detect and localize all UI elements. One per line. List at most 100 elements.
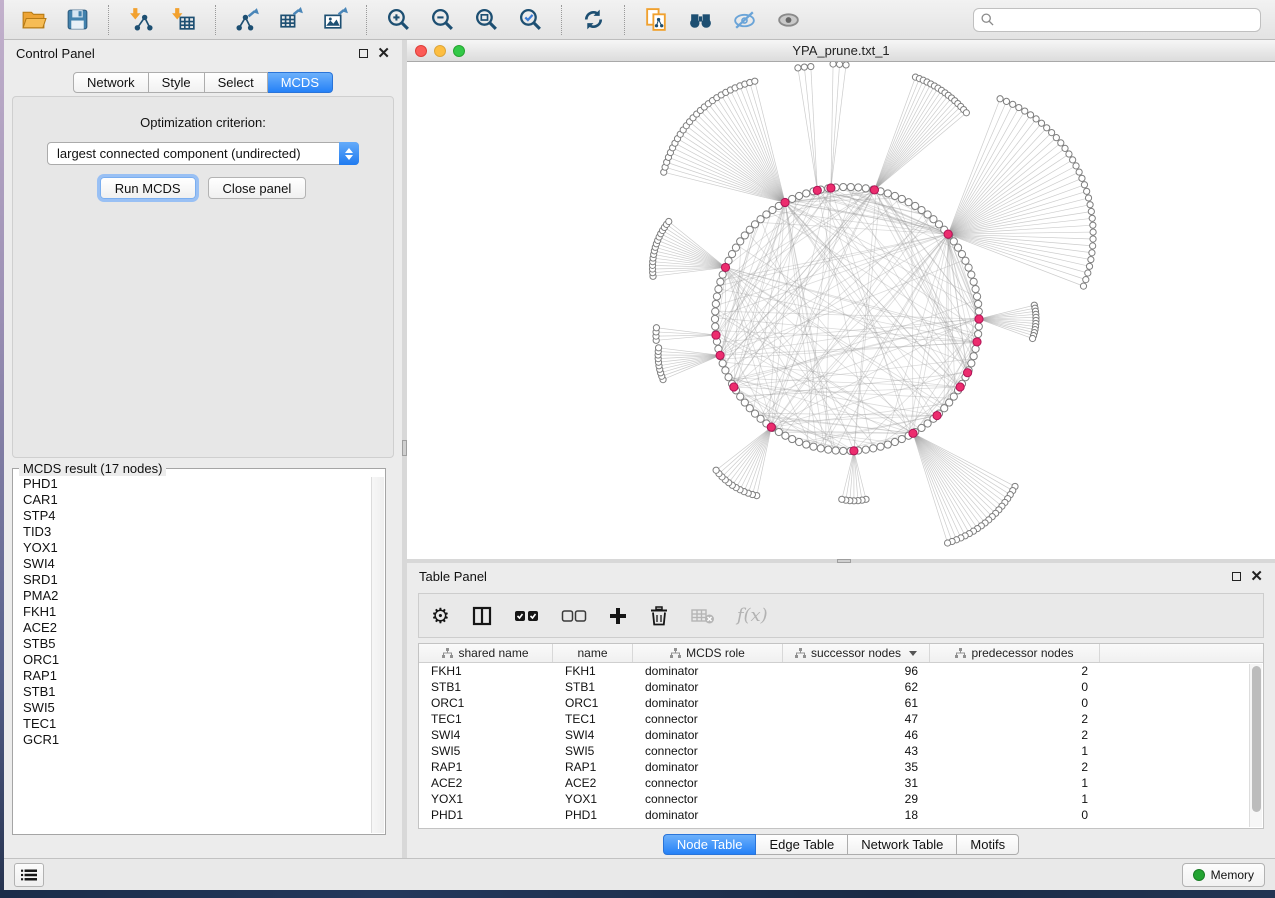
- show-all-button[interactable]: [769, 4, 807, 36]
- table-panel: Table Panel ✕ ⚙: [407, 563, 1275, 858]
- export-network-button[interactable]: [228, 4, 266, 36]
- column-header-name[interactable]: name: [553, 644, 633, 662]
- search-network-button[interactable]: [681, 4, 719, 36]
- network-title: YPA_prune.txt_1: [407, 43, 1275, 58]
- copy-style-button[interactable]: [637, 4, 675, 36]
- hide-selected-button[interactable]: [725, 4, 763, 36]
- network-graph[interactable]: [407, 62, 1275, 559]
- attribute-icon: [795, 648, 806, 659]
- table-panel-titlebar: Table Panel ✕: [407, 563, 1275, 589]
- float-panel-icon[interactable]: [1232, 572, 1241, 581]
- eye-slash-icon: [731, 6, 758, 33]
- table-row[interactable]: SWI4SWI4dominator462: [419, 727, 1263, 743]
- import-network-icon: [127, 6, 154, 33]
- mcds-tab-content: Optimization criterion: largest connecte…: [12, 96, 394, 458]
- scrollbar-thumb[interactable]: [1252, 666, 1261, 812]
- tab-style[interactable]: Style: [149, 72, 205, 93]
- show-panels-button[interactable]: [14, 863, 44, 887]
- table-options-button[interactable]: ⚙: [431, 601, 450, 631]
- list-item[interactable]: PHD1: [13, 476, 385, 492]
- memory-label: Memory: [1211, 868, 1254, 882]
- tab-motifs[interactable]: Motifs: [957, 834, 1019, 855]
- column-header-successor-nodes[interactable]: successor nodes: [783, 644, 930, 662]
- column-header-predecessor-nodes[interactable]: predecessor nodes: [930, 644, 1100, 662]
- table-row[interactable]: STB1STB1dominator620: [419, 679, 1263, 695]
- list-item[interactable]: SRD1: [13, 572, 385, 588]
- table-row[interactable]: SWI5SWI5connector431: [419, 743, 1263, 759]
- table-row[interactable]: TEC1TEC1connector472: [419, 711, 1263, 727]
- list-item[interactable]: ORC1: [13, 652, 385, 668]
- import-table-icon: [171, 6, 198, 33]
- run-mcds-button[interactable]: Run MCDS: [100, 177, 196, 199]
- column-header-mcds-role[interactable]: MCDS role: [633, 644, 783, 662]
- list-item[interactable]: CAR1: [13, 492, 385, 508]
- tab-select[interactable]: Select: [205, 72, 268, 93]
- select-all-columns-button[interactable]: [514, 601, 540, 631]
- tab-mcds[interactable]: MCDS: [268, 72, 333, 93]
- memory-status-icon: [1193, 869, 1205, 881]
- tab-node-table[interactable]: Node Table: [663, 834, 757, 855]
- table-row[interactable]: YOX1YOX1connector291: [419, 791, 1263, 807]
- unselect-all-columns-button[interactable]: [561, 601, 587, 631]
- refresh-button[interactable]: [574, 4, 612, 36]
- tab-network-table[interactable]: Network Table: [848, 834, 957, 855]
- zoom-in-button[interactable]: [379, 4, 417, 36]
- plus-icon: [608, 606, 628, 626]
- list-item[interactable]: PMA2: [13, 588, 385, 604]
- columns-icon: [471, 605, 493, 627]
- table-row[interactable]: ORC1ORC1dominator610: [419, 695, 1263, 711]
- delete-column-button[interactable]: [649, 601, 669, 631]
- list-item[interactable]: STB5: [13, 636, 385, 652]
- import-network-button[interactable]: [121, 4, 159, 36]
- main-toolbar: [4, 0, 1275, 40]
- scrollbar[interactable]: [1249, 664, 1262, 827]
- save-session-button[interactable]: [58, 4, 96, 36]
- search-input[interactable]: [999, 10, 1253, 30]
- close-panel-button[interactable]: Close panel: [208, 177, 307, 199]
- optimization-criterion-select[interactable]: largest connected component (undirected): [47, 142, 359, 165]
- function-builder-button[interactable]: f(x): [737, 601, 768, 631]
- zoom-selected-button[interactable]: [511, 4, 549, 36]
- toolbar-separator: [561, 5, 562, 35]
- list-item[interactable]: TID3: [13, 524, 385, 540]
- list-item[interactable]: SWI4: [13, 556, 385, 572]
- delete-table-button[interactable]: [690, 601, 716, 631]
- list-item[interactable]: STP4: [13, 508, 385, 524]
- close-panel-icon[interactable]: ✕: [1250, 572, 1263, 581]
- float-panel-icon[interactable]: [359, 49, 368, 58]
- column-header-shared-name[interactable]: shared name: [419, 644, 553, 662]
- list-item[interactable]: TEC1: [13, 716, 385, 732]
- memory-button[interactable]: Memory: [1182, 863, 1265, 887]
- list-item[interactable]: GCR1: [13, 732, 385, 748]
- list-item[interactable]: ACE2: [13, 620, 385, 636]
- eye-icon: [775, 6, 802, 33]
- list-item[interactable]: RAP1: [13, 668, 385, 684]
- list-item[interactable]: YOX1: [13, 540, 385, 556]
- export-image-button[interactable]: [316, 4, 354, 36]
- table-row[interactable]: FKH1FKH1dominator962: [419, 663, 1263, 679]
- control-panel-tabs: Network Style Select MCDS: [4, 72, 402, 93]
- delete-table-icon: [690, 606, 716, 626]
- table-row[interactable]: ACE2ACE2connector311: [419, 775, 1263, 791]
- chevron-up-down-icon: [339, 142, 359, 165]
- tab-network[interactable]: Network: [73, 72, 149, 93]
- sort-descending-icon: [909, 651, 917, 656]
- scrollbar[interactable]: [371, 477, 384, 833]
- open-folder-icon: [20, 6, 47, 33]
- list-item[interactable]: FKH1: [13, 604, 385, 620]
- import-table-button[interactable]: [165, 4, 203, 36]
- close-panel-icon[interactable]: ✕: [377, 49, 390, 58]
- network-canvas[interactable]: [407, 62, 1275, 559]
- zoom-fit-button[interactable]: [467, 4, 505, 36]
- open-file-button[interactable]: [14, 4, 52, 36]
- export-table-button[interactable]: [272, 4, 310, 36]
- list-item[interactable]: STB1: [13, 684, 385, 700]
- create-column-button[interactable]: [608, 601, 628, 631]
- table-row[interactable]: PHD1PHD1dominator180: [419, 807, 1263, 823]
- list-item[interactable]: SWI5: [13, 700, 385, 716]
- tab-edge-table[interactable]: Edge Table: [756, 834, 848, 855]
- table-row[interactable]: RAP1RAP1dominator352: [419, 759, 1263, 775]
- zoom-out-button[interactable]: [423, 4, 461, 36]
- show-columns-button[interactable]: [471, 601, 493, 631]
- save-icon: [64, 6, 91, 33]
